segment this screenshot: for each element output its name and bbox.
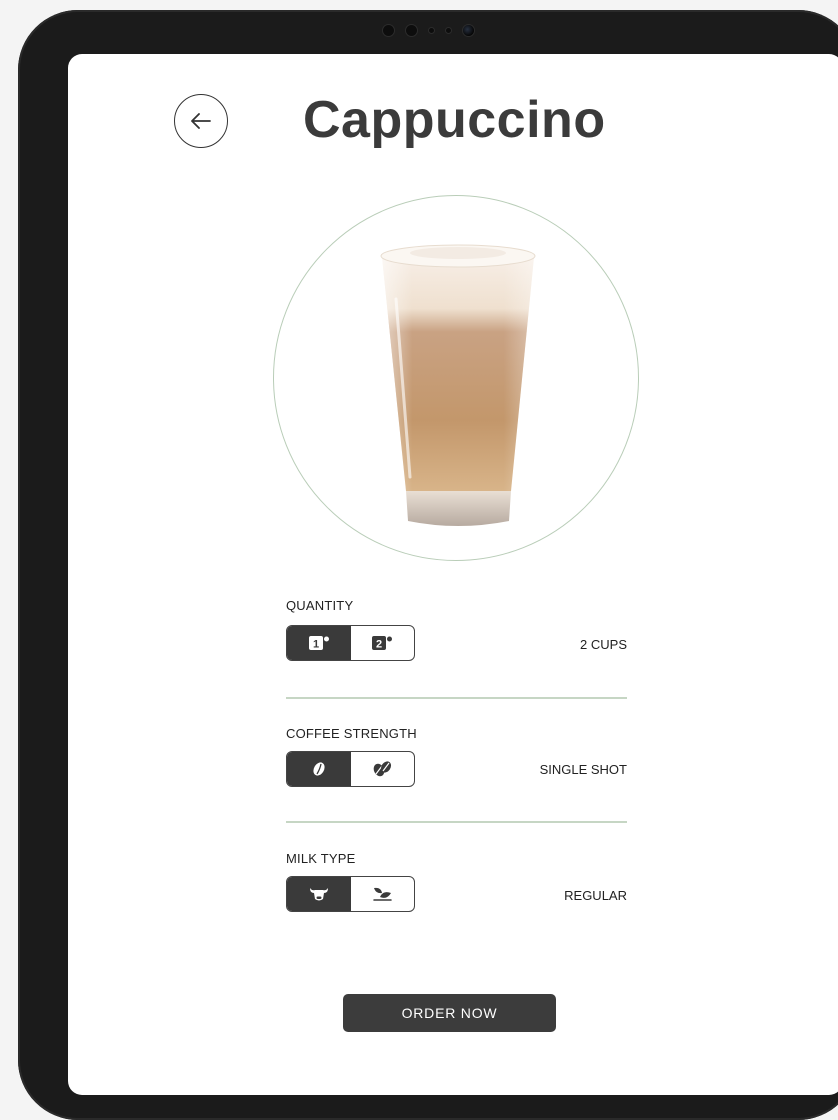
sensor-dot (429, 28, 434, 33)
double-bean-icon (373, 761, 392, 777)
page-title: Cappuccino (303, 91, 606, 149)
cappuccino-glass-image (376, 239, 540, 529)
arrow-left-icon (191, 113, 211, 129)
coffee-strength-label: COFFEE STRENGTH (286, 726, 417, 741)
milk-type-value: REGULAR (564, 888, 627, 903)
milk-type-selector[interactable] (286, 876, 415, 912)
divider (286, 697, 627, 699)
quantity-option-2[interactable]: 2 (351, 626, 415, 660)
single-bean-icon (313, 762, 325, 776)
quantity-label: QUANTITY (286, 598, 354, 613)
milk-type-label: MILK TYPE (286, 851, 356, 866)
camera-lens (463, 25, 474, 36)
milk-option-plant[interactable] (351, 877, 415, 911)
camera-bar (383, 25, 474, 36)
quantity-option-1[interactable]: 1 (287, 626, 351, 660)
two-cups-icon: 2 (372, 636, 393, 651)
app-screen: Cappuccino QUANTITY 1 2 2 CUPS COFFEE ST… (68, 54, 838, 1095)
coffee-strength-value: SINGLE SHOT (539, 762, 627, 777)
leaf-icon (373, 887, 392, 901)
strength-option-double[interactable] (351, 752, 415, 786)
strength-option-single[interactable] (287, 752, 351, 786)
sensor-dot (383, 25, 394, 36)
tablet-frame: Cappuccino QUANTITY 1 2 2 CUPS COFFEE ST… (18, 10, 838, 1120)
svg-text:2: 2 (376, 639, 382, 651)
quantity-selector[interactable]: 1 2 (286, 625, 415, 661)
cow-icon (309, 888, 328, 901)
one-cup-icon: 1 (308, 636, 329, 651)
divider (286, 821, 627, 823)
milk-option-regular[interactable] (287, 877, 351, 911)
sensor-dot (446, 28, 451, 33)
back-button[interactable] (174, 94, 228, 148)
quantity-value: 2 CUPS (580, 637, 627, 652)
order-now-button[interactable]: ORDER NOW (343, 994, 556, 1032)
coffee-strength-selector[interactable] (286, 751, 415, 787)
sensor-dot (406, 25, 417, 36)
svg-text:1: 1 (313, 639, 319, 651)
